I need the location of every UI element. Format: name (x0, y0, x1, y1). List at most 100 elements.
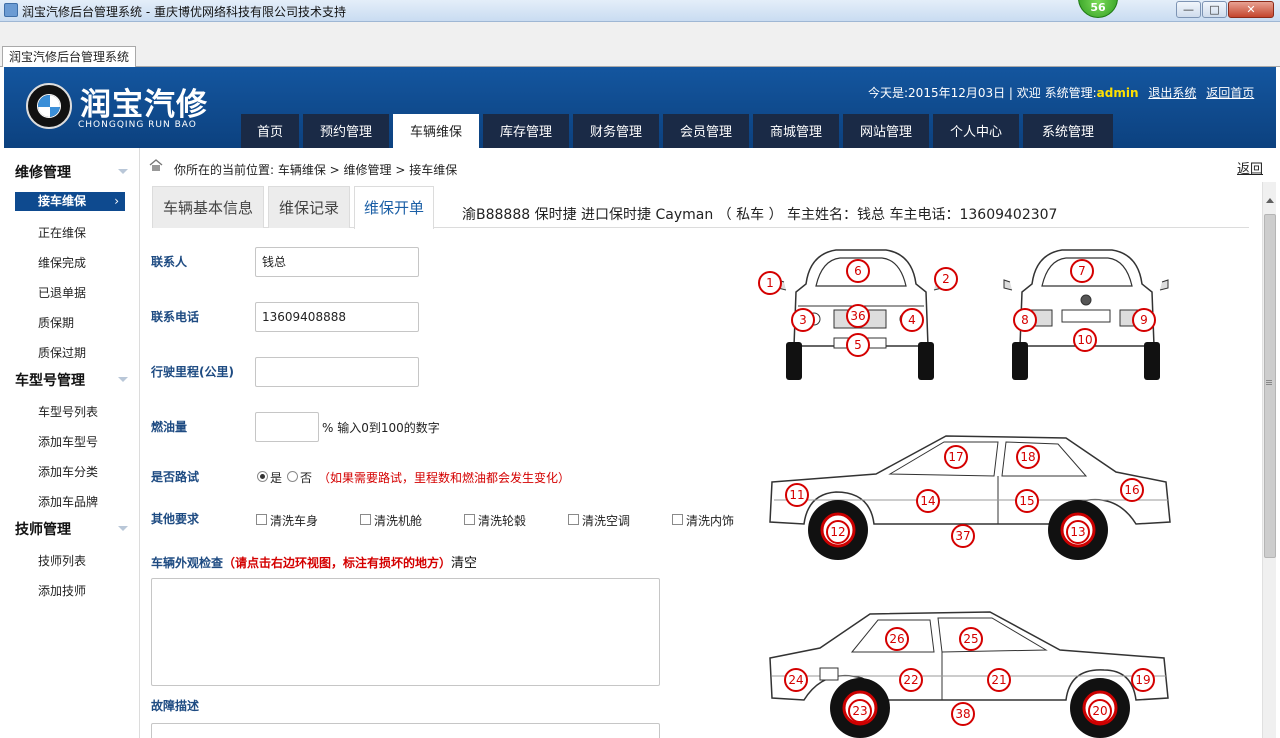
content-tabs: 车辆基本信息 维保记录 维保开单 渝B88888 保时捷 进口保时捷 Cayma… (152, 186, 1249, 229)
checkbox-wash-ac-label: 清洗空调 (582, 514, 631, 528)
nav-vehicle-maintenance[interactable]: 车辆维保 (393, 114, 479, 148)
chevron-down-icon[interactable] (118, 169, 128, 174)
chevron-down-icon[interactable] (118, 526, 128, 531)
sidebar-item-add-brand[interactable]: 添加车品牌 (38, 493, 98, 510)
bmw-logo-icon (26, 83, 72, 129)
nav-system[interactable]: 系统管理 (1023, 114, 1113, 148)
clear-link[interactable]: 清空 (451, 556, 477, 571)
car-marker[interactable]: 38 (951, 702, 975, 726)
car-marker[interactable]: 12 (826, 520, 850, 544)
home-link[interactable]: 返回首页 (1206, 86, 1254, 100)
car-marker[interactable]: 13 (1066, 520, 1090, 544)
tab-open-order[interactable]: 维保开单 (354, 186, 434, 229)
checkbox-wash-body[interactable] (256, 514, 267, 525)
nav-finance[interactable]: 财务管理 (573, 114, 659, 148)
close-button[interactable]: ✕ (1228, 1, 1274, 18)
car-marker[interactable]: 19 (1131, 668, 1155, 692)
car-marker[interactable]: 18 (1016, 445, 1040, 469)
breadcrumb: 你所在的当前位置: 车辆维保 > 维修管理 > 接车维保 返回 (140, 148, 1276, 182)
car-marker[interactable]: 9 (1132, 308, 1156, 332)
nav-inventory[interactable]: 库存管理 (483, 114, 569, 148)
car-marker[interactable]: 37 (951, 524, 975, 548)
car-marker[interactable]: 22 (899, 668, 923, 692)
tab-maintenance-records[interactable]: 维保记录 (268, 186, 350, 228)
checkbox-wash-engine-label: 清洗机舱 (374, 514, 423, 528)
sidebar-item-technician-list[interactable]: 技师列表 (38, 552, 86, 569)
scroll-thumb[interactable] (1264, 214, 1276, 558)
car-marker[interactable]: 17 (944, 445, 968, 469)
maximize-button[interactable]: □ (1202, 1, 1227, 18)
car-marker[interactable]: 2 (934, 267, 958, 291)
document-tab[interactable]: 润宝汽修后台管理系统 (2, 46, 137, 67)
sidebar-item-model-list[interactable]: 车型号列表 (38, 403, 98, 420)
site-header: 润宝汽修 CHONGQING RUN BAO 今天是:2015年12月03日 |… (4, 67, 1276, 148)
car-marker[interactable]: 1 (758, 271, 782, 295)
car-marker[interactable]: 21 (987, 668, 1011, 692)
car-marker[interactable]: 25 (959, 627, 983, 651)
sidebar-item-refunded[interactable]: 已退单据 (38, 284, 86, 301)
scroll-up-icon[interactable] (1266, 198, 1274, 203)
fault-description-textarea[interactable] (151, 723, 660, 738)
fuel-label: 燃油量 (151, 420, 188, 434)
checkbox-wash-interior[interactable] (672, 514, 683, 525)
back-link[interactable]: 返回 (1237, 158, 1263, 177)
checkbox-wash-engine[interactable] (360, 514, 371, 525)
chevron-right-icon: › (114, 194, 119, 208)
notification-badge[interactable]: 56 (1078, 0, 1118, 18)
nav-mall[interactable]: 商城管理 (753, 114, 839, 148)
car-marker[interactable]: 10 (1073, 328, 1097, 352)
car-marker[interactable]: 36 (846, 304, 870, 328)
header-info: 今天是:2015年12月03日 | 欢迎 系统管理:admin 退出系统 返回首… (868, 84, 1254, 101)
checkbox-wash-ac[interactable] (568, 514, 579, 525)
nav-personal-center[interactable]: 个人中心 (933, 114, 1019, 148)
phone-label: 联系电话 (151, 310, 200, 324)
exterior-check-textarea[interactable] (151, 578, 660, 686)
sidebar-group-repair[interactable]: 维修管理 (15, 162, 71, 182)
car-marker[interactable]: 15 (1015, 489, 1039, 513)
exterior-check-label: 车辆外观检查（请点击右边环视图，标注有损坏的地方）清空 (151, 556, 478, 571)
car-marker[interactable]: 5 (846, 333, 870, 357)
nav-booking[interactable]: 预约管理 (303, 114, 389, 148)
car-marker[interactable]: 24 (784, 668, 808, 692)
home-icon (149, 159, 163, 171)
car-marker[interactable]: 8 (1013, 308, 1037, 332)
sidebar-item-add-model[interactable]: 添加车型号 (38, 433, 98, 450)
sidebar-group-models[interactable]: 车型号管理 (15, 370, 85, 390)
sidebar-item-repair-done[interactable]: 维保完成 (38, 254, 86, 271)
logout-link[interactable]: 退出系统 (1148, 86, 1196, 100)
nav-members[interactable]: 会员管理 (663, 114, 749, 148)
car-marker[interactable]: 3 (791, 308, 815, 332)
nav-home[interactable]: 首页 (241, 114, 299, 148)
sidebar-item-add-technician[interactable]: 添加技师 (38, 582, 86, 599)
sidebar-item-in-repair[interactable]: 正在维保 (38, 224, 86, 241)
road-test-yes-radio[interactable] (257, 471, 268, 482)
sidebar-item-add-category[interactable]: 添加车分类 (38, 463, 98, 480)
mileage-input[interactable] (255, 357, 419, 387)
tab-vehicle-info[interactable]: 车辆基本信息 (152, 186, 264, 228)
fuel-input[interactable] (255, 412, 319, 442)
car-marker[interactable]: 20 (1088, 699, 1112, 723)
vertical-scrollbar[interactable] (1262, 182, 1276, 738)
phone-input[interactable]: 13609408888 (255, 302, 419, 332)
checkbox-wash-wheels[interactable] (464, 514, 475, 525)
other-requirements-label: 其他要求 (151, 512, 200, 526)
minimize-button[interactable]: — (1176, 1, 1201, 18)
car-marker[interactable]: 23 (848, 699, 872, 723)
car-marker[interactable]: 26 (885, 627, 909, 651)
car-marker[interactable]: 11 (785, 483, 809, 507)
road-test-label: 是否路试 (151, 470, 200, 484)
car-marker[interactable]: 4 (900, 308, 924, 332)
sidebar-item-warranty-expired[interactable]: 质保过期 (38, 344, 86, 361)
sidebar-group-technicians[interactable]: 技师管理 (15, 519, 71, 539)
road-test-no-radio[interactable] (287, 471, 298, 482)
sidebar-item-warranty[interactable]: 质保期 (38, 314, 74, 331)
brand-name: 润宝汽修 (80, 87, 208, 123)
nav-website[interactable]: 网站管理 (843, 114, 929, 148)
chevron-down-icon[interactable] (118, 377, 128, 382)
car-marker[interactable]: 7 (1070, 259, 1094, 283)
car-marker[interactable]: 6 (846, 259, 870, 283)
sidebar-item-reception[interactable]: 接车维保 › (15, 192, 125, 211)
contact-input[interactable]: 钱总 (255, 247, 419, 277)
car-marker[interactable]: 16 (1120, 478, 1144, 502)
car-marker[interactable]: 14 (916, 489, 940, 513)
